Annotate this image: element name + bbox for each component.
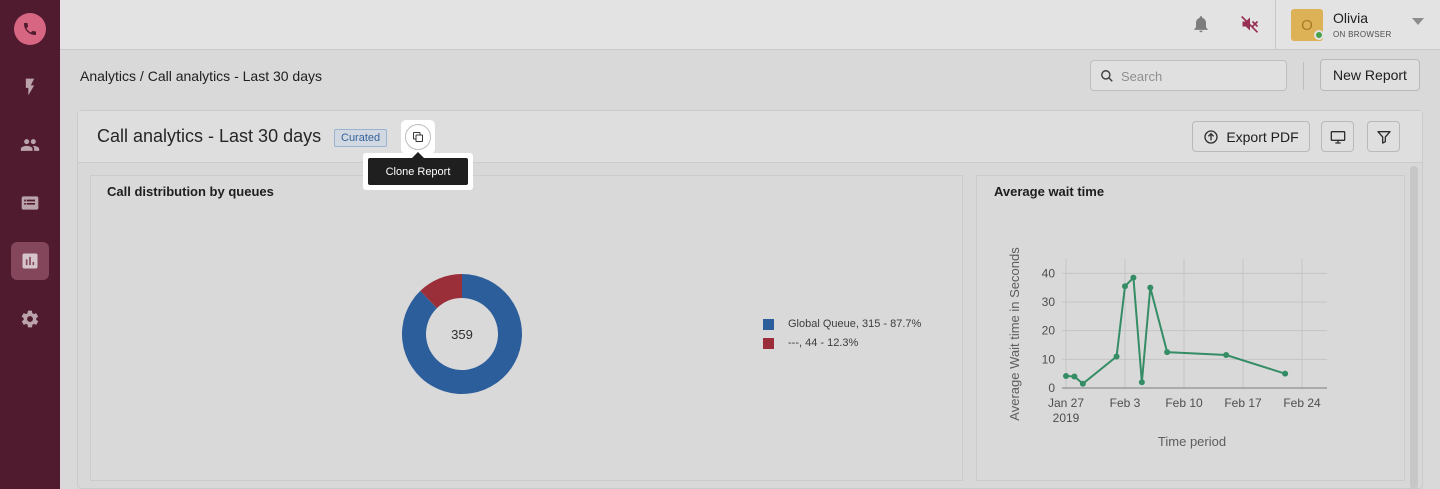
presence-online-indicator [1314, 30, 1324, 40]
search-icon [1101, 70, 1113, 82]
nav-settings-icon[interactable] [11, 300, 49, 338]
legend-swatch [763, 318, 774, 330]
copy-icon [413, 132, 423, 142]
legend-detail: 315 - 87.7% [862, 318, 922, 330]
nav-tickets-icon[interactable] [11, 184, 49, 222]
mute-speaker-icon[interactable] [1240, 14, 1260, 34]
legend-detail: 44 - 12.3% [805, 337, 859, 349]
sidebar [0, 0, 60, 489]
curated-badge: Curated [334, 129, 388, 147]
user-name[interactable]: Olivia [1333, 10, 1368, 26]
legend-swatch [763, 337, 774, 349]
divider [1303, 62, 1304, 90]
top-bar: O Olivia ON BROWSER [60, 0, 1440, 50]
user-menu-chevron-down-icon[interactable] [1412, 18, 1424, 25]
nav-contacts-icon[interactable] [11, 126, 49, 164]
wait-time-panel [976, 175, 1405, 481]
user-status: ON BROWSER [1333, 30, 1392, 39]
search-box[interactable] [1090, 60, 1287, 91]
legend-item[interactable]: ---, 44 - 12.3% [763, 337, 858, 349]
present-monitor-button[interactable] [1321, 121, 1354, 152]
export-pdf-label: Export PDF [1226, 128, 1299, 145]
filter-button[interactable] [1367, 121, 1400, 152]
breadcrumb-separator: / [139, 68, 144, 84]
legend-item[interactable]: Global Queue, 315 - 87.7% [763, 318, 921, 330]
new-report-button[interactable]: New Report [1320, 59, 1420, 91]
scrollbar[interactable] [1410, 166, 1418, 489]
logo-phone-icon[interactable] [14, 13, 46, 45]
breadcrumb: Analytics / Call analytics - Last 30 day… [80, 68, 322, 84]
breadcrumb-current: Call analytics - Last 30 days [147, 68, 323, 84]
legend-label: Global Queue, [788, 318, 859, 330]
legend-label: ---, [788, 337, 803, 349]
upload-icon [1204, 129, 1218, 144]
export-pdf-button[interactable]: Export PDF [1192, 121, 1310, 152]
wait-time-title: Average wait time [994, 184, 1105, 199]
divider [1275, 0, 1276, 50]
nav-automation-icon[interactable] [11, 68, 49, 106]
clone-report-button[interactable] [405, 124, 431, 150]
notifications-bell-icon[interactable] [1191, 14, 1211, 34]
report-title: Call analytics - Last 30 days [97, 126, 322, 146]
filter-icon [1376, 130, 1391, 144]
breadcrumb-root[interactable]: Analytics [80, 68, 136, 84]
search-input[interactable] [1121, 67, 1276, 85]
avatar-initial: O [1301, 16, 1313, 34]
distribution-title: Call distribution by queues [107, 184, 274, 199]
clone-report-tooltip: Clone Report [368, 158, 468, 185]
nav-analytics-icon[interactable] [11, 242, 49, 280]
monitor-icon [1330, 130, 1345, 144]
